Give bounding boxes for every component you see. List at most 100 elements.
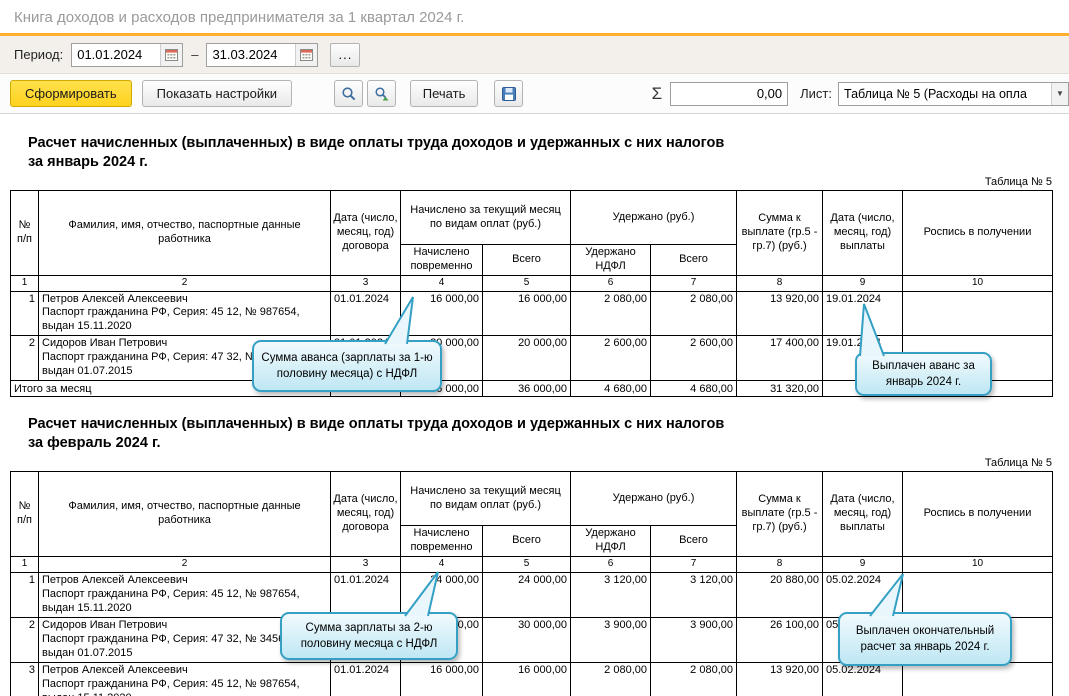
payroll-row: 1 Петров Алексей Алексеевич Паспорт граж… <box>10 571 1053 618</box>
search-refresh-icon <box>375 86 389 100</box>
col-header-pay-date: Дата (число, месяц, год) выплаты <box>822 190 903 276</box>
col-number: 1 <box>10 274 39 292</box>
section-february-heading: Расчет начисленных (выплаченных) в виде … <box>28 415 1069 453</box>
callout-salary-sum: Сумма зарплаты за 2-ю половину месяца с … <box>280 612 458 660</box>
employee-name: Петров Алексей Алексеевич <box>42 663 188 676</box>
col-number: 9 <box>822 555 903 573</box>
total-accrued-total: 36 000,00 <box>482 380 571 398</box>
col-number: 4 <box>400 274 483 292</box>
col-number: 7 <box>650 555 737 573</box>
employee-name: Петров Алексей Алексеевич <box>42 292 188 305</box>
cell-employee: Петров Алексей Алексеевич Паспорт гражда… <box>38 290 331 337</box>
calendar-picker-button[interactable] <box>160 43 183 66</box>
col-number: 10 <box>902 555 1053 573</box>
sum-field[interactable] <box>670 81 789 106</box>
cell-pay-date: 19.01.2024 <box>822 290 903 337</box>
generate-button[interactable]: Сформировать <box>10 80 132 107</box>
total-withheld-ndfl: 4 680,00 <box>570 380 651 398</box>
cell-signature <box>902 661 1053 696</box>
cell-row-num: 1 <box>10 290 39 337</box>
payroll-row: 1 Петров Алексей Алексеевич Паспорт граж… <box>10 290 1053 337</box>
date-from-field[interactable] <box>71 42 184 67</box>
col-number: 1 <box>10 555 39 573</box>
col-number: 3 <box>330 555 401 573</box>
period-label: Период: <box>14 47 64 62</box>
col-header-name: Фамилия, имя, отчество, паспортные данны… <box>38 471 331 557</box>
calendar-icon <box>300 49 314 61</box>
col-header-num: № п/п <box>10 190 39 276</box>
cell-accrued-time: 16 000,00 <box>400 290 483 337</box>
save-button[interactable] <box>494 80 524 107</box>
heading-line-2: за январь 2024 г. <box>28 154 148 170</box>
cell-withheld-ndfl: 2 080,00 <box>570 290 651 337</box>
cell-sum-to-pay: 20 880,00 <box>736 571 823 618</box>
cell-pay-date: 05.02.2024 <box>822 661 903 696</box>
search-icon <box>341 86 355 100</box>
page-title: Книга доходов и расходов предпринимателя… <box>0 0 1069 33</box>
cell-sum-to-pay: 17 400,00 <box>736 335 823 382</box>
col-header-sum-to-pay: Сумма к выплате (гр.5 - гр.7) (руб.) <box>736 471 823 557</box>
search-button[interactable] <box>334 80 364 107</box>
heading-line-1: Расчет начисленных (выплаченных) в виде … <box>28 135 725 151</box>
chevron-down-icon: ▼ <box>1056 89 1064 98</box>
col-number: 5 <box>482 555 571 573</box>
col-number: 7 <box>650 274 737 292</box>
col-header-signature: Роспись в получении <box>902 190 1053 276</box>
col-number: 8 <box>736 274 823 292</box>
cell-employee: Петров Алексей Алексеевич Паспорт гражда… <box>38 661 331 696</box>
cell-signature <box>902 571 1053 618</box>
col-header-sum-to-pay: Сумма к выплате (гр.5 - гр.7) (руб.) <box>736 190 823 276</box>
cell-sum-to-pay: 26 100,00 <box>736 616 823 663</box>
cell-withheld-ndfl: 2 080,00 <box>570 661 651 696</box>
cell-pay-date: 05.02.2024 <box>822 571 903 618</box>
col-header-num: № п/п <box>10 471 39 557</box>
cell-withheld-total: 3 900,00 <box>650 616 737 663</box>
col-header-withheld-ndfl: Удержано НДФЛ <box>570 525 651 557</box>
col-header-withheld-group: Удержано (руб.) <box>570 190 737 245</box>
cell-withheld-ndfl: 2 600,00 <box>570 335 651 382</box>
col-header-accrued-group: Начислено за текущий месяц по видам опла… <box>400 471 571 527</box>
employee-passport: Паспорт гражданина РФ, Серия: 45 12, № 9… <box>42 587 300 614</box>
col-number: 9 <box>822 274 903 292</box>
col-header-accrued-total: Всего <box>482 525 571 557</box>
callout-final-settlement-paid: Выплачен окончательный расчет за январь … <box>838 612 1012 666</box>
cell-accrued-total: 20 000,00 <box>482 335 571 382</box>
col-header-withheld-total: Всего <box>650 525 737 557</box>
period-bar: Период: – <box>0 36 1069 74</box>
heading-line-1: Расчет начисленных (выплаченных) в виде … <box>28 416 725 433</box>
report-window: { "page": { "title": "Книга доходов и ра… <box>0 0 1069 696</box>
show-settings-button[interactable]: Показать настройки <box>141 80 293 107</box>
col-number: 5 <box>482 274 571 292</box>
sheet-selected-value: Таблица № 5 (Расходы на опла <box>844 86 1027 101</box>
col-header-withheld-ndfl: Удержано НДФЛ <box>570 244 651 276</box>
employee-name: Петров Алексей Алексеевич <box>42 573 188 586</box>
sheet-dropdown-button[interactable]: ▼ <box>1051 82 1068 105</box>
search-refresh-button[interactable] <box>367 80 397 107</box>
period-more-button[interactable]: ... <box>330 42 361 67</box>
cell-accrued-time: 24 000,00 <box>400 571 483 618</box>
cell-accrued-total: 30 000,00 <box>482 616 571 663</box>
cell-withheld-total: 2 080,00 <box>650 661 737 696</box>
date-to-input[interactable] <box>207 43 296 66</box>
period-range-separator: – <box>191 47 199 62</box>
cell-sum-to-pay: 13 920,00 <box>736 661 823 696</box>
cell-withheld-ndfl: 3 120,00 <box>570 571 651 618</box>
table-number-label: Таблица № 5 <box>984 457 1052 470</box>
sheet-select[interactable]: Таблица № 5 (Расходы на опла ▼ <box>838 81 1069 106</box>
col-header-withheld-group: Удержано (руб.) <box>570 471 737 527</box>
col-header-name: Фамилия, имя, отчество, паспортные данны… <box>38 190 331 276</box>
sheet-label: Лист: <box>800 86 832 101</box>
cell-contract-date: 01.01.2024 <box>330 571 401 618</box>
total-withheld-total: 4 680,00 <box>650 380 737 398</box>
cell-contract-date: 01.01.2024 <box>330 290 401 337</box>
cell-withheld-ndfl: 3 900,00 <box>570 616 651 663</box>
print-button[interactable]: Печать <box>410 80 479 107</box>
col-header-withheld-total: Всего <box>650 244 737 276</box>
date-from-input[interactable] <box>72 43 161 66</box>
col-header-contract-date: Дата (число, месяц, год) договора <box>330 190 401 276</box>
sigma-label: Σ <box>651 83 663 103</box>
calendar-picker-button[interactable] <box>295 43 318 66</box>
date-to-field[interactable] <box>206 42 319 67</box>
column-numbers-row: 1 2 3 4 5 6 7 8 9 10 <box>10 274 1053 292</box>
callout-advance-paid: Выплачен аванс за январь 2024 г. <box>855 352 992 396</box>
